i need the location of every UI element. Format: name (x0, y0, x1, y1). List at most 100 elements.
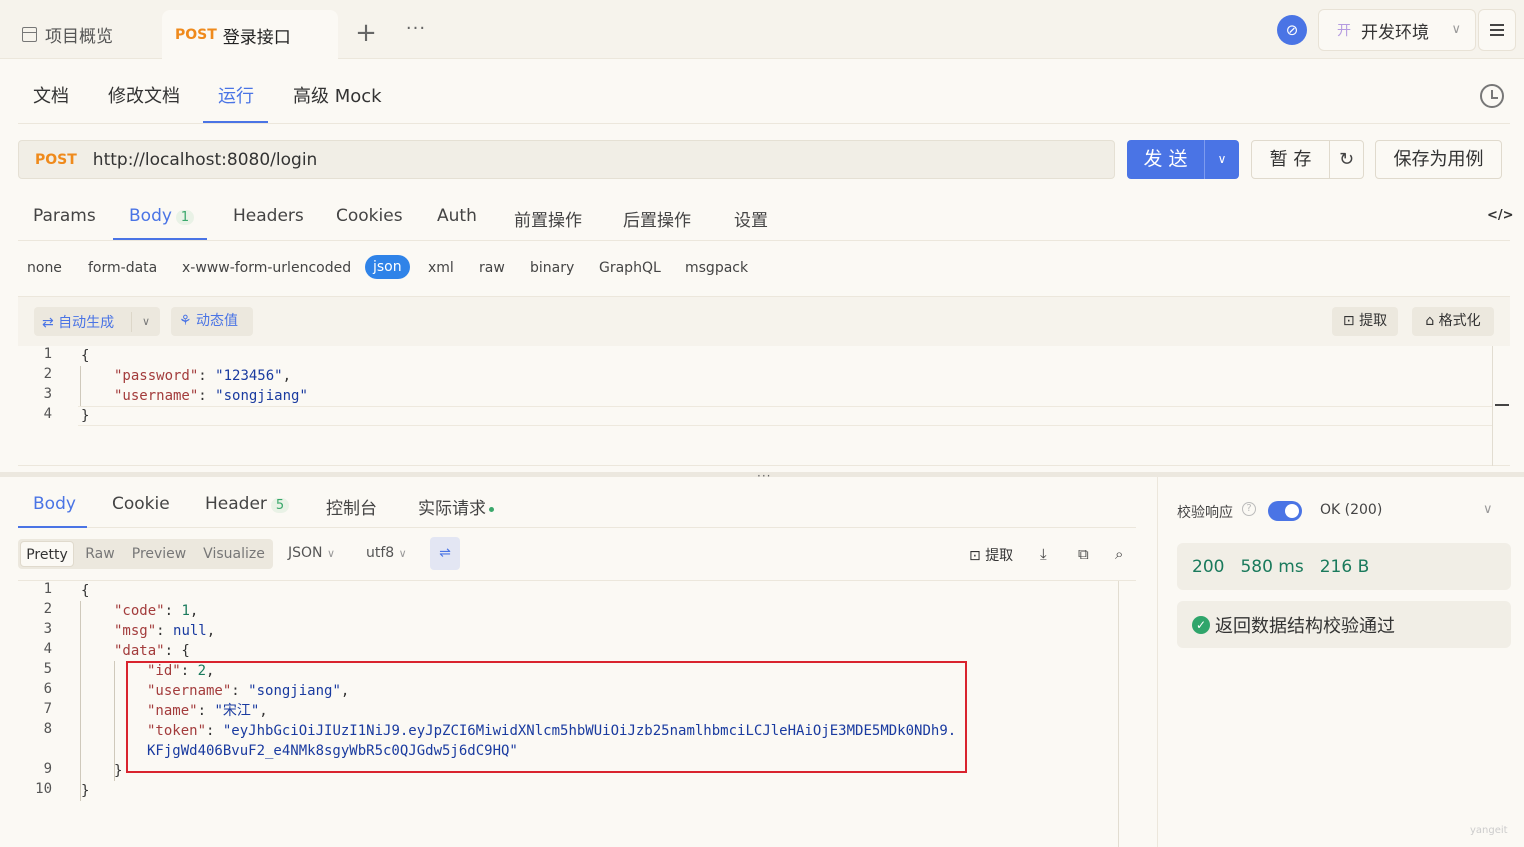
request-body-editor[interactable]: 1 2 3 4 { "password": "123456", "usernam… (18, 346, 1510, 466)
send-dropdown-icon[interactable]: ∨ (1205, 140, 1239, 179)
word-wrap-icon[interactable]: ⇌ (430, 537, 460, 570)
active-reqtab-indicator (113, 238, 207, 240)
line-number: 4 (43, 641, 52, 657)
bodytype-x-www-form-urlencoded[interactable]: x-www-form-urlencoded (182, 260, 351, 276)
verify-status-select[interactable]: OK (200) (1320, 502, 1382, 518)
env-prefix-icon: 开 (1337, 23, 1351, 39)
temp-save-button[interactable]: 暂 存 (1252, 141, 1330, 178)
tab-settings[interactable]: 设置 (734, 206, 768, 231)
view-visualize[interactable]: Visualize (200, 539, 268, 569)
format-button[interactable]: ⌂ 格式化 (1412, 307, 1494, 336)
encoding-select[interactable]: utf8 ∨ (366, 545, 407, 561)
chevron-down-icon[interactable]: ∨ (1483, 502, 1493, 517)
tab-overview-label: 项目概览 (45, 27, 113, 47)
bodytype-raw[interactable]: raw (479, 260, 505, 276)
tab-login-api[interactable]: POST 登录接口 (162, 10, 338, 60)
view-pretty[interactable]: Pretty (20, 541, 74, 567)
verify-response-toggle[interactable] (1268, 501, 1302, 521)
encoding-value: utf8 (366, 545, 395, 561)
viewer-scrollbar[interactable] (1118, 581, 1136, 847)
response-format-select[interactable]: JSON ∨ (288, 545, 335, 561)
verify-result: ✓ 返回数据结构校验通过 (1177, 601, 1511, 648)
dynamic-value-button[interactable]: ⚘ 动态值 (171, 307, 253, 336)
json-value: null (173, 623, 207, 639)
tab-project-overview[interactable]: 项目概览 (0, 10, 160, 59)
menu-icon-line (1490, 24, 1504, 26)
chevron-down-icon: ∨ (326, 547, 336, 560)
bodytype-binary[interactable]: binary (530, 260, 574, 276)
bodytype-none[interactable]: none (27, 260, 62, 276)
compass-icon[interactable]: ⊘ (1277, 15, 1307, 45)
active-resptab-indicator (18, 526, 87, 528)
copy-icon[interactable]: ⧉ (1078, 545, 1089, 563)
send-button[interactable]: 发 送 (1127, 140, 1205, 179)
bodytype-form-data[interactable]: form-data (88, 260, 157, 276)
view-raw[interactable]: Raw (80, 539, 120, 569)
code-line: { (81, 346, 89, 366)
environment-name: 开发环境 (1361, 22, 1429, 43)
resp-tab-cookie[interactable]: Cookie (112, 494, 170, 514)
chevron-down-icon[interactable]: ∨ (132, 315, 160, 328)
tab-post-operations[interactable]: 后置操作 (623, 206, 691, 231)
editor-scrollbar[interactable] (1492, 346, 1510, 466)
line-number: 6 (43, 681, 52, 697)
subtab-run[interactable]: 运行 (218, 82, 254, 108)
bodytype-xml[interactable]: xml (428, 260, 454, 276)
add-tab-button[interactable]: + (352, 20, 380, 48)
history-icon[interactable] (1480, 84, 1504, 108)
request-url-input[interactable]: http://localhost:8080/login (93, 150, 318, 170)
response-tabs: Body Cookie Header 5 控制台 实际请求 (18, 480, 1136, 528)
resp-tab-console[interactable]: 控制台 (326, 494, 377, 519)
active-subtab-indicator (203, 121, 268, 123)
view-preview[interactable]: Preview (128, 539, 190, 569)
tab-cookies[interactable]: Cookies (336, 206, 403, 226)
code-line: "code": 1, (114, 603, 199, 619)
api-subtabs: 文档 修改文档 运行 高级 Mock (18, 70, 1510, 124)
status-dot (489, 506, 494, 512)
tab-body[interactable]: Body 1 (129, 206, 195, 226)
tab-params[interactable]: Params (33, 206, 96, 226)
search-icon[interactable]: ⌕ (1115, 545, 1123, 563)
line-number: 2 (43, 366, 52, 382)
environment-select[interactable]: 开 开发环境 ∨ (1318, 9, 1476, 51)
code-line: } (81, 406, 89, 426)
json-key: "password" (114, 368, 199, 384)
subtab-docs[interactable]: 文档 (33, 82, 69, 108)
json-key: "username" (114, 388, 199, 404)
line-number: 7 (43, 701, 52, 717)
line-number: 1 (43, 346, 52, 362)
resp-tab-body[interactable]: Body (33, 494, 76, 514)
bodytype-graphql[interactable]: GraphQL (599, 260, 661, 276)
resp-tab-actual-request[interactable]: 实际请求 (418, 494, 494, 519)
line-number: 5 (43, 661, 52, 677)
url-bar[interactable]: POST http://localhost:8080/login (18, 140, 1115, 179)
code-generate-icon[interactable]: </> (1487, 208, 1514, 223)
subtab-edit-docs[interactable]: 修改文档 (108, 82, 180, 108)
indent-guide (80, 366, 81, 406)
line-number: 4 (43, 406, 52, 422)
more-tabs-button[interactable]: ··· (402, 18, 430, 46)
hamburger-menu-button[interactable] (1478, 9, 1516, 51)
extract-icon: ⊡ (969, 548, 986, 564)
line-number: 10 (35, 781, 52, 797)
response-extract-button[interactable]: ⊡ 提取 (969, 545, 1013, 565)
auto-generate-button[interactable]: ⇄ 自动生成 ∨ (34, 307, 160, 336)
bodytype-json[interactable]: json (365, 255, 410, 279)
help-icon[interactable]: ? (1242, 502, 1256, 516)
json-key: "msg" (114, 623, 157, 639)
header-count-badge: 5 (270, 498, 290, 513)
tab-auth[interactable]: Auth (437, 206, 477, 226)
request-method[interactable]: POST (35, 152, 77, 168)
code-line: "username": "songjiang" (114, 388, 308, 404)
code-line: } (114, 763, 123, 779)
line-number: 3 (43, 386, 52, 402)
subtab-advanced-mock[interactable]: 高级 Mock (293, 82, 382, 108)
download-icon[interactable]: ⤓ (1040, 545, 1047, 563)
resp-tab-header[interactable]: Header 5 (205, 494, 290, 514)
tab-headers[interactable]: Headers (233, 206, 304, 226)
reset-icon[interactable]: ↻ (1330, 141, 1363, 178)
tab-pre-operations[interactable]: 前置操作 (514, 206, 582, 231)
save-as-case-button[interactable]: 保存为用例 (1375, 140, 1502, 179)
bodytype-msgpack[interactable]: msgpack (685, 260, 748, 276)
extract-button[interactable]: ⊡ 提取 (1332, 307, 1398, 336)
